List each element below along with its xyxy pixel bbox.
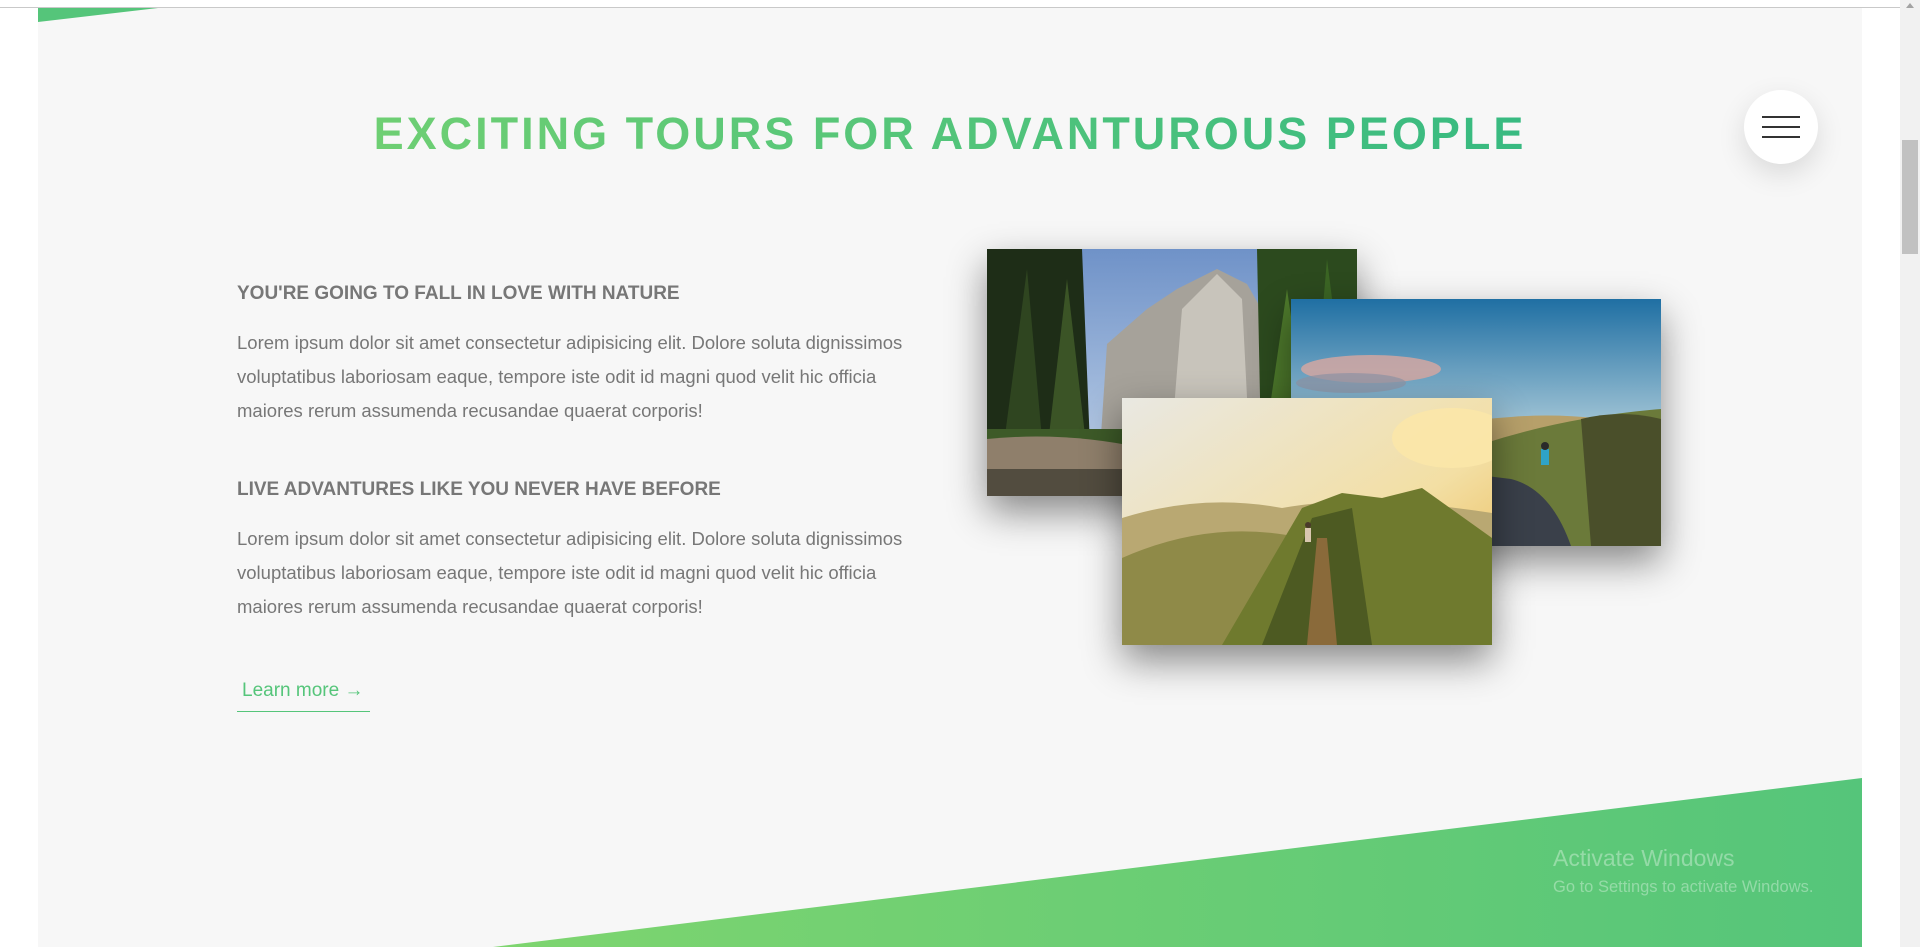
page-scrollbar[interactable]	[1900, 0, 1920, 947]
watermark-title: Activate Windows	[1553, 845, 1735, 871]
activate-windows-watermark: Activate Windows Go to Settings to activ…	[1553, 844, 1813, 902]
scroll-up-arrow-icon[interactable]	[1906, 3, 1914, 8]
feature-text-adventures: Lorem ipsum dolor sit amet consectetur a…	[237, 528, 903, 617]
section-about: EXCITING TOURS FOR ADVANTUROUS PEOPLE YO…	[38, 8, 1862, 947]
feature-heading-adventures: LIVE ADVANTURES LIKE YOU NEVER HAVE BEFO…	[237, 479, 721, 500]
learn-more-link[interactable]: Learn more →	[237, 670, 370, 712]
features-column: YOU'RE GOING TO FALL IN LOVE WITH NATURE…	[237, 278, 917, 624]
photo-hiker-ridge	[1122, 398, 1492, 645]
menu-button[interactable]	[1744, 90, 1818, 164]
watermark-subtitle: Go to Settings to activate Windows.	[1553, 878, 1814, 896]
section-title-prefix: EXCITING TOURS FOR	[373, 108, 931, 159]
section-title: EXCITING TOURS FOR ADVANTUROUS PEOPLE	[38, 108, 1862, 160]
feature-text-nature: Lorem ipsum dolor sit amet consectetur a…	[237, 332, 903, 421]
scrollbar-thumb[interactable]	[1902, 140, 1918, 254]
hamburger-menu-icon	[1762, 116, 1800, 138]
top-green-wedge	[38, 8, 158, 22]
feature-heading-nature: YOU'RE GOING TO FALL IN LOVE WITH NATURE	[237, 283, 680, 304]
top-border-line	[0, 0, 1900, 8]
section-title-emphasis: ADVANTUROUS PEOPLE	[930, 108, 1527, 159]
